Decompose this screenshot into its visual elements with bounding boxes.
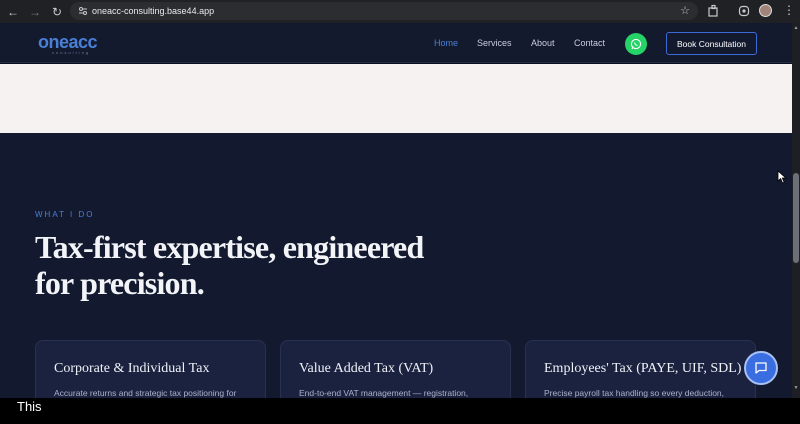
nav-about[interactable]: About	[531, 38, 555, 48]
profile-avatar-icon[interactable]	[759, 4, 772, 17]
site-info-icon[interactable]	[78, 6, 88, 16]
card-description: Accurate returns and strategic tax posit…	[54, 388, 237, 398]
scroll-up-arrow-icon[interactable]: ▲	[792, 25, 800, 31]
reload-icon[interactable]: ↻	[48, 3, 66, 21]
shield-extension-icon[interactable]	[738, 4, 750, 18]
caption-text: This	[17, 399, 42, 414]
book-consultation-button[interactable]: Book Consultation	[666, 32, 757, 55]
browser-toolbar: ← → ↻ oneacc-consulting.base44.app ☆ ⋮	[0, 0, 800, 23]
card-description: Precise payroll tax handling so every de…	[544, 388, 725, 398]
card-title: Employees' Tax (PAYE, UIF, SDL)	[544, 361, 742, 376]
extensions-icon[interactable]	[707, 4, 719, 18]
logo-tagline: consulting	[52, 50, 91, 55]
card-title: Corporate & Individual Tax	[54, 361, 210, 376]
scroll-thumb[interactable]	[793, 173, 799, 263]
nav-services[interactable]: Services	[477, 38, 512, 48]
whatsapp-icon	[630, 38, 642, 50]
nav-home[interactable]: Home	[434, 38, 458, 48]
forward-icon[interactable]: →	[26, 3, 44, 21]
browser-menu-icon[interactable]: ⋮	[783, 3, 795, 17]
bookmark-star-icon[interactable]: ☆	[680, 4, 690, 17]
url-text: oneacc-consulting.base44.app	[92, 6, 215, 16]
back-icon[interactable]: ←	[4, 3, 22, 21]
mouse-cursor-icon	[777, 170, 787, 184]
site-header: oneacc consulting Home Services About Co…	[0, 23, 792, 63]
card-description: End-to-end VAT management — registration…	[299, 388, 469, 398]
caption-bar: This	[0, 398, 800, 424]
section-headline: Tax-first expertise, engineered for prec…	[35, 229, 424, 301]
nav-contact[interactable]: Contact	[574, 38, 605, 48]
whatsapp-button[interactable]	[625, 33, 647, 55]
card-title: Value Added Tax (VAT)	[299, 361, 434, 376]
hero-bottom-band	[0, 64, 792, 133]
address-bar[interactable]: oneacc-consulting.base44.app ☆	[70, 2, 698, 20]
page-scrollbar[interactable]: ▲ ▼	[792, 23, 800, 398]
chat-widget-button[interactable]	[744, 351, 778, 385]
chat-bubble-icon	[755, 362, 767, 374]
section-eyebrow: WHAT I DO	[35, 210, 95, 219]
services-section: WHAT I DO Tax-first expertise, engineere…	[0, 133, 792, 410]
scroll-down-arrow-icon[interactable]: ▼	[792, 385, 800, 391]
